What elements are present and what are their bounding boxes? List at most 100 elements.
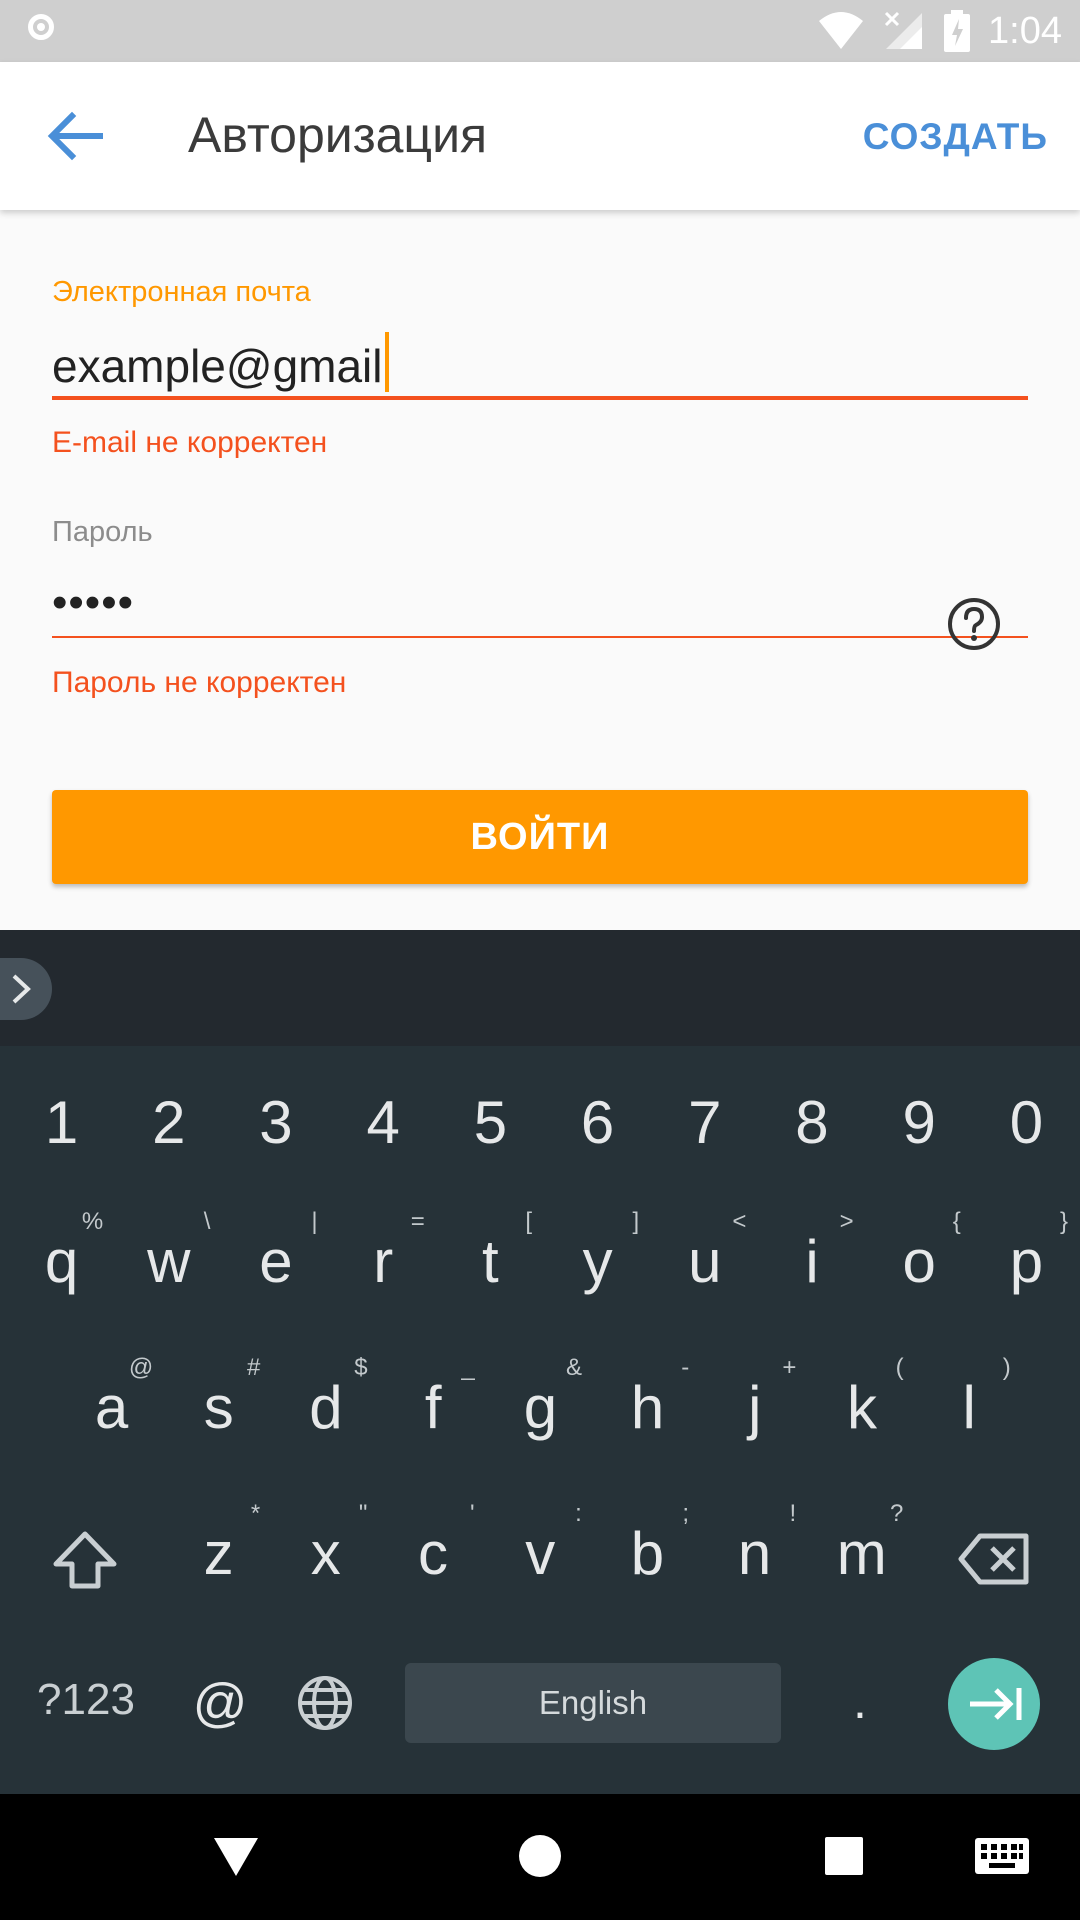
symbols-key[interactable]: ?123 xyxy=(28,1678,144,1722)
key-m[interactable]: m? xyxy=(808,1500,915,1584)
key-n[interactable]: n! xyxy=(701,1500,808,1584)
password-label: Пароль xyxy=(52,516,153,548)
key-label: p xyxy=(1009,1228,1044,1295)
key-t[interactable]: t[ xyxy=(437,1208,544,1292)
key-hint: } xyxy=(1059,1208,1068,1235)
key-label: e xyxy=(259,1228,293,1295)
key-b[interactable]: b; xyxy=(594,1500,701,1584)
key-hint: ? xyxy=(890,1500,904,1527)
keyboard-suggestion-bar xyxy=(0,930,1080,1046)
key-label: s xyxy=(203,1374,234,1441)
key-s[interactable]: s # xyxy=(165,1354,272,1438)
key-hint: { xyxy=(952,1208,961,1235)
key-9[interactable]: 9 xyxy=(866,1093,973,1153)
key-label: q xyxy=(44,1228,79,1295)
key-label: y xyxy=(582,1228,613,1295)
key-1[interactable]: 1 xyxy=(8,1093,115,1153)
password-underline xyxy=(52,636,1028,638)
key-hint: < xyxy=(732,1208,747,1235)
key-hint: \ xyxy=(203,1208,211,1235)
key-label: 7 xyxy=(688,1089,722,1156)
shift-icon[interactable] xyxy=(52,1530,118,1590)
app-bar: Авторизация СОЗДАТЬ xyxy=(0,62,1080,210)
nav-home-icon[interactable] xyxy=(518,1834,562,1878)
chevron-right-icon xyxy=(12,974,31,1004)
password-field[interactable]: ••••• xyxy=(52,578,134,628)
key-label: k xyxy=(846,1374,877,1441)
key-label: h xyxy=(630,1374,665,1441)
key-7[interactable]: 7 xyxy=(651,1093,758,1153)
signal-icon xyxy=(884,11,923,49)
key-label: j xyxy=(748,1374,762,1441)
key-a[interactable]: a @ xyxy=(58,1354,165,1438)
key-y[interactable]: y] xyxy=(544,1208,651,1292)
key-d[interactable]: d $ xyxy=(272,1354,379,1438)
key-v[interactable]: v: xyxy=(487,1500,594,1584)
key-2[interactable]: 2 xyxy=(115,1093,222,1153)
login-button[interactable]: ВОЙТИ xyxy=(52,790,1028,884)
globe-icon[interactable] xyxy=(296,1674,354,1732)
email-value: example@gmail xyxy=(52,340,383,392)
expand-suggestions-button[interactable] xyxy=(0,958,52,1020)
nav-back-icon[interactable] xyxy=(212,1836,260,1878)
key-3[interactable]: 3 xyxy=(222,1093,329,1153)
key-hint: [ xyxy=(525,1208,532,1235)
key-e[interactable]: e | xyxy=(222,1208,329,1292)
back-arrow-icon[interactable] xyxy=(44,110,104,162)
key-label: 2 xyxy=(152,1089,186,1156)
backspace-icon[interactable] xyxy=(958,1532,1030,1586)
key-4[interactable]: 4 xyxy=(330,1093,437,1153)
help-icon[interactable] xyxy=(946,596,1002,652)
key-hint: * xyxy=(250,1500,261,1527)
key-hint: ' xyxy=(469,1500,475,1527)
password-error: Пароль не корректен xyxy=(52,666,347,699)
key-u[interactable]: u < xyxy=(651,1208,758,1292)
space-bar[interactable]: English xyxy=(405,1663,781,1743)
key-o[interactable]: o{ xyxy=(866,1208,973,1292)
key-i[interactable]: i > xyxy=(758,1208,865,1292)
key-g[interactable]: g & xyxy=(487,1354,594,1438)
key-j[interactable]: j + xyxy=(701,1354,808,1438)
key-hint: | xyxy=(311,1208,318,1235)
text-caret xyxy=(384,332,389,392)
key-label: f xyxy=(424,1374,442,1441)
enter-button[interactable] xyxy=(948,1658,1040,1750)
key-label: n xyxy=(737,1520,772,1587)
navigation-bar xyxy=(0,1794,1080,1920)
key-hint: & xyxy=(565,1354,582,1381)
keyboard-icon[interactable] xyxy=(975,1838,1029,1874)
key-label: 5 xyxy=(473,1089,508,1156)
key-label: 6 xyxy=(580,1089,615,1156)
key-p[interactable]: p} xyxy=(973,1208,1080,1292)
at-key[interactable]: @ xyxy=(180,1676,260,1730)
key-h[interactable]: h- xyxy=(594,1354,701,1438)
notification-icon xyxy=(28,14,54,40)
create-account-button[interactable]: СОЗДАТЬ xyxy=(863,116,1048,158)
key-8[interactable]: 8 xyxy=(758,1093,865,1153)
key-hint: ) xyxy=(1002,1354,1011,1381)
key-k[interactable]: k( xyxy=(808,1354,915,1438)
key-0[interactable]: 0 xyxy=(973,1093,1080,1153)
key-6[interactable]: 6 xyxy=(544,1093,651,1153)
key-label: 8 xyxy=(795,1089,829,1156)
key-l[interactable]: l) xyxy=(916,1354,1023,1438)
key-x[interactable]: x " xyxy=(272,1500,379,1584)
key-hint: ] xyxy=(632,1208,640,1235)
email-field[interactable]: example@gmail xyxy=(52,332,389,393)
key-label: a xyxy=(94,1374,129,1441)
key-5[interactable]: 5 xyxy=(437,1093,544,1153)
period-key[interactable]: . xyxy=(840,1676,880,1726)
key-label: 4 xyxy=(366,1089,400,1156)
enter-icon xyxy=(970,1688,1022,1720)
key-label: t xyxy=(482,1228,499,1295)
nav-recents-icon[interactable] xyxy=(824,1836,864,1876)
key-c[interactable]: c ' xyxy=(379,1500,486,1584)
key-q[interactable]: q% xyxy=(8,1208,115,1292)
key-f[interactable]: f _ xyxy=(380,1354,487,1438)
key-w[interactable]: w \ xyxy=(115,1208,222,1292)
key-r[interactable]: r = xyxy=(330,1208,437,1292)
key-z[interactable]: z * xyxy=(165,1500,272,1584)
key-label: g xyxy=(523,1374,558,1441)
key-hint: @ xyxy=(128,1354,154,1381)
email-label: Электронная почта xyxy=(52,276,311,308)
